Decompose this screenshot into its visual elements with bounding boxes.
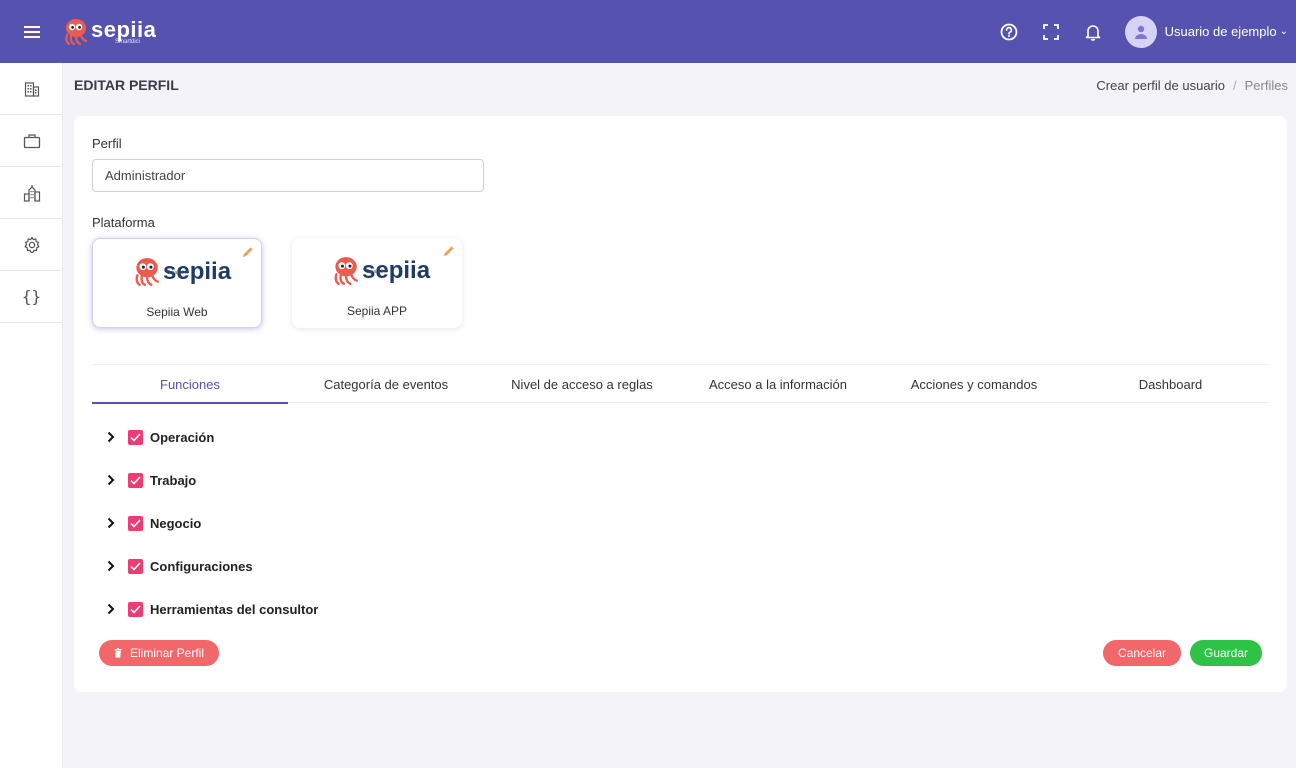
tree-item-operacion: Operación [104, 427, 214, 447]
logo-subtext: Smartdici [115, 38, 141, 45]
tree-item-label: Trabajo [150, 472, 197, 488]
checkbox[interactable] [128, 515, 143, 531]
platform-card-app[interactable]: sepiia Smartdici Sepiia APP [292, 238, 462, 328]
sidebar-item-business[interactable] [0, 167, 63, 219]
chevron-right-icon[interactable] [104, 559, 118, 573]
user-name: Usuario de ejemplo [1164, 24, 1277, 39]
tree-item-label: Herramientas del consultor [150, 601, 319, 617]
building-icon [24, 81, 39, 97]
page-header: EDITAR PERFIL Crear perfil de usuario / … [74, 63, 1288, 107]
page-title: EDITAR PERFIL [74, 77, 179, 93]
chevron-down-icon: ⌄ [1279, 26, 1288, 37]
platform-logo-subtext: Smartdici [366, 269, 387, 275]
bell-icon[interactable] [1075, 14, 1111, 50]
tree-item-negocio: Negocio [104, 513, 201, 533]
pencil-icon[interactable] [442, 244, 456, 258]
trash-icon [114, 648, 122, 658]
checkbox[interactable] [128, 429, 143, 445]
permissions-tabs: Funciones Categoría de eventos Nivel de … [92, 364, 1269, 404]
platform-logo-subtext: Smartdici [167, 270, 188, 276]
perfil-input[interactable]: Administrador [92, 159, 484, 192]
tree-item-herramientas-consultor: Herramientas del consultor [104, 599, 318, 619]
plataforma-label: Plataforma [92, 215, 155, 230]
braces-icon: {} [21, 287, 42, 306]
briefcase-icon [23, 133, 40, 148]
fullscreen-icon[interactable] [1033, 14, 1069, 50]
tree-item-configuraciones: Configuraciones [104, 556, 253, 576]
user-menu[interactable]: Usuario de ejemplo ⌄ [1124, 15, 1288, 48]
octopus-logo-icon [334, 257, 358, 286]
sidebar-item-work[interactable] [0, 115, 63, 167]
checkbox[interactable] [128, 601, 143, 617]
chevron-right-icon[interactable] [104, 602, 118, 616]
chevron-right-icon[interactable] [104, 430, 118, 444]
tree-item-label: Configuraciones [150, 558, 253, 574]
platform-name: Sepiia Web [146, 305, 208, 319]
tab-acciones-comandos[interactable]: Acciones y comandos [876, 365, 1072, 403]
breadcrumb: Crear perfil de usuario / Perfiles [1096, 78, 1288, 93]
top-navbar: sepiia Smartdici Usuario de ejemplo ⌄ [0, 0, 1296, 63]
help-icon[interactable] [991, 14, 1027, 50]
checkbox[interactable] [128, 558, 143, 574]
delete-profile-label: Eliminar Perfil [129, 646, 204, 660]
save-button[interactable]: Guardar [1190, 640, 1262, 666]
tree-item-trabajo: Trabajo [104, 470, 196, 490]
sidebar-item-settings[interactable] [0, 219, 63, 271]
sidebar-item-developer[interactable]: {} [0, 271, 63, 323]
menu-toggle-icon[interactable] [0, 0, 63, 63]
octopus-logo-icon [135, 258, 159, 287]
perfil-label: Perfil [92, 136, 122, 151]
tab-funciones[interactable]: Funciones [92, 365, 288, 404]
chevron-right-icon[interactable] [104, 473, 118, 487]
checkbox[interactable] [128, 472, 143, 488]
tab-dashboard[interactable]: Dashboard [1072, 365, 1269, 403]
sidebar: {} [0, 63, 63, 768]
cancel-button[interactable]: Cancelar [1103, 640, 1181, 666]
tab-categoria-eventos[interactable]: Categoría de eventos [288, 365, 484, 403]
tree-item-label: Negocio [150, 515, 202, 531]
user-avatar-icon [1124, 15, 1157, 48]
sepiia-logo[interactable]: sepiia Smartdici [63, 18, 156, 46]
chevron-right-icon[interactable] [104, 516, 118, 530]
platform-name: Sepiia APP [346, 304, 408, 318]
gear-icon [24, 236, 39, 253]
edit-profile-card: Perfil Administrador Plataforma sepiia S… [74, 116, 1287, 692]
platform-card-web[interactable]: sepiia Smartdici Sepiia Web [92, 238, 262, 328]
breadcrumb-separator: / [1233, 77, 1237, 93]
logo-text: sepiia [91, 16, 157, 42]
tree-item-label: Operación [150, 429, 215, 445]
octopus-logo-icon [65, 18, 87, 45]
breadcrumb-item-create-profile[interactable]: Crear perfil de usuario [1096, 78, 1225, 93]
city-icon [23, 184, 40, 202]
sidebar-item-buildings[interactable] [0, 63, 63, 115]
pencil-icon[interactable] [241, 245, 255, 259]
tab-nivel-acceso-reglas[interactable]: Nivel de acceso a reglas [484, 365, 680, 403]
tab-acceso-informacion[interactable]: Acceso a la información [680, 365, 876, 403]
delete-profile-button[interactable]: Eliminar Perfil [99, 640, 219, 666]
breadcrumb-item-profiles[interactable]: Perfiles [1245, 78, 1288, 93]
